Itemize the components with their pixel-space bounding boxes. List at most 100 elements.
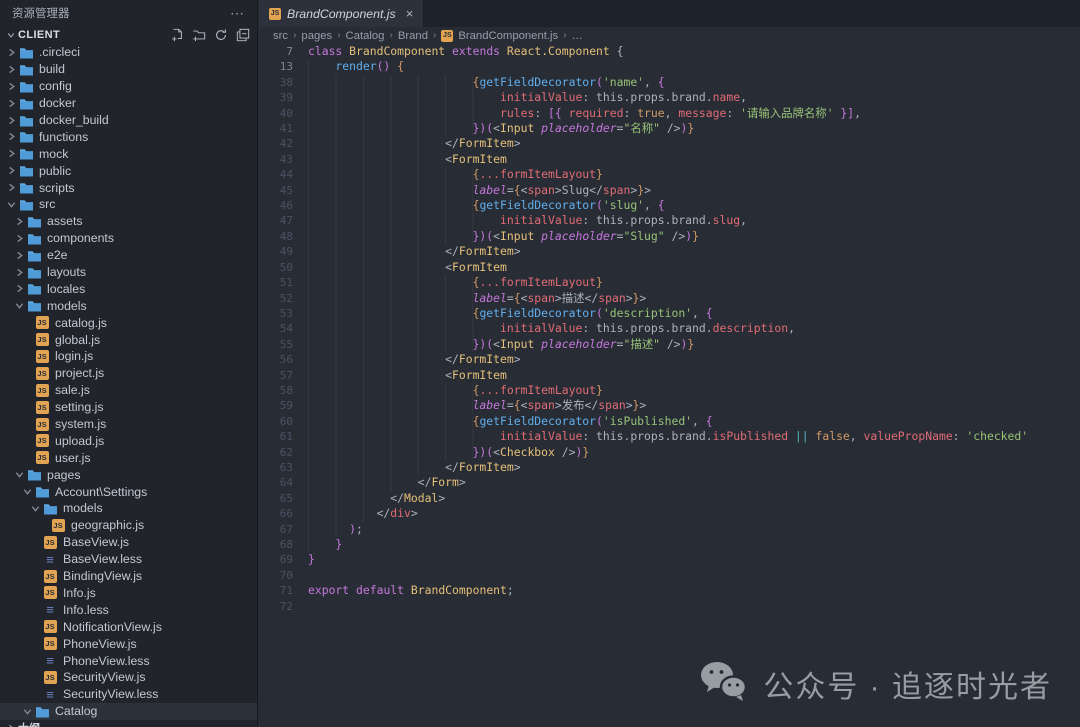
js-file-icon: JS xyxy=(269,8,281,20)
tree-item[interactable]: JSBindingView.js xyxy=(0,568,257,585)
tree-item[interactable]: models xyxy=(0,500,257,517)
tree-item[interactable]: assets xyxy=(0,213,257,230)
code-line[interactable]: 46{getFieldDecorator('slug', { xyxy=(259,198,1080,213)
tree-item[interactable]: ≡SecurityView.less xyxy=(0,686,257,703)
more-actions-icon[interactable]: ⋯ xyxy=(230,5,245,22)
tree-item[interactable]: JSInfo.js xyxy=(0,585,257,602)
breadcrumb-item[interactable]: pages xyxy=(301,30,332,42)
code-line[interactable]: 41})(<Input placeholder="名称" />)} xyxy=(259,121,1080,136)
section-outline[interactable]: 大纲 xyxy=(0,719,258,727)
tree-item[interactable]: pages xyxy=(0,466,257,483)
code-line[interactable]: 60{getFieldDecorator('isPublished', { xyxy=(259,414,1080,429)
tree-item[interactable]: JSsetting.js xyxy=(0,399,257,416)
code-line[interactable]: 49</FormItem> xyxy=(259,244,1080,259)
collapse-folders-icon[interactable] xyxy=(235,27,251,43)
tree-item[interactable]: ≡Info.less xyxy=(0,601,257,618)
code-line[interactable]: 40rules: [{ required: true, message: '请输… xyxy=(259,106,1080,121)
code-line[interactable]: 69} xyxy=(259,552,1080,567)
code-line[interactable]: 45label={<span>Slug</span>}> xyxy=(259,183,1080,198)
tree-item[interactable]: JSupload.js xyxy=(0,432,257,449)
tree-item[interactable]: JSgeographic.js xyxy=(0,517,257,534)
tree-item[interactable]: ≡PhoneView.less xyxy=(0,652,257,669)
tree-item[interactable]: JSSecurityView.js xyxy=(0,669,257,686)
code-line[interactable]: 72 xyxy=(259,599,1080,614)
code-line[interactable]: 47initialValue: this.props.brand.slug, xyxy=(259,213,1080,228)
tree-item[interactable]: config xyxy=(0,78,257,95)
code-line[interactable]: 44{...formItemLayout} xyxy=(259,167,1080,182)
tree-item[interactable]: JScatalog.js xyxy=(0,314,257,331)
code-line[interactable]: 65</Modal> xyxy=(259,491,1080,506)
code-line[interactable]: 42</FormItem> xyxy=(259,136,1080,151)
code-line[interactable]: 68} xyxy=(259,537,1080,552)
code-line[interactable]: 67); xyxy=(259,522,1080,537)
code-line[interactable]: 58{...formItemLayout} xyxy=(259,383,1080,398)
code-line[interactable]: 43<FormItem xyxy=(259,152,1080,167)
code-line[interactable]: 55})(<Input placeholder="描述" />)} xyxy=(259,337,1080,352)
tree-item-label: geographic.js xyxy=(71,518,144,532)
code-line[interactable]: 59label={<span>发布</span>}> xyxy=(259,398,1080,413)
tree-item[interactable]: build xyxy=(0,61,257,78)
tree-item[interactable]: layouts xyxy=(0,264,257,281)
code-line[interactable]: 66</div> xyxy=(259,506,1080,521)
breadcrumb-item[interactable]: BrandComponent.js xyxy=(458,30,558,42)
tree-item[interactable]: models xyxy=(0,297,257,314)
line-number: 40 xyxy=(259,106,293,121)
code-line[interactable]: 63</FormItem> xyxy=(259,460,1080,475)
tree-item[interactable]: JSPhoneView.js xyxy=(0,635,257,652)
code-line[interactable]: 38{getFieldDecorator('name', { xyxy=(259,75,1080,90)
tree-item[interactable]: mock xyxy=(0,145,257,162)
code-line[interactable]: 71export default BrandComponent; xyxy=(259,583,1080,598)
tree-item[interactable]: components xyxy=(0,230,257,247)
tree-item-label: models xyxy=(63,501,103,515)
tree-item[interactable]: JSsystem.js xyxy=(0,416,257,433)
code-line[interactable]: 48})(<Input placeholder="Slug" />)} xyxy=(259,229,1080,244)
code-line[interactable]: 52label={<span>描述</span>}> xyxy=(259,291,1080,306)
folder-icon xyxy=(18,46,34,59)
code-line[interactable]: 13render() { xyxy=(259,59,1080,74)
code-line[interactable]: 57<FormItem xyxy=(259,368,1080,383)
tree-item[interactable]: JSuser.js xyxy=(0,449,257,466)
tree-item[interactable]: Catalog xyxy=(0,703,257,720)
refresh-icon[interactable] xyxy=(213,27,229,43)
tree-item[interactable]: docker xyxy=(0,95,257,112)
code-line[interactable]: 62})(<Checkbox />)} xyxy=(259,445,1080,460)
code-line[interactable]: 64</Form> xyxy=(259,475,1080,490)
section-client[interactable]: CLIENT xyxy=(0,26,257,44)
tree-item[interactable]: JSsale.js xyxy=(0,382,257,399)
breadcrumb-item[interactable]: Brand xyxy=(398,30,428,42)
code-line[interactable]: 54initialValue: this.props.brand.descrip… xyxy=(259,321,1080,336)
code-line[interactable]: 39initialValue: this.props.brand.name, xyxy=(259,90,1080,105)
code-line[interactable]: 53{getFieldDecorator('description', { xyxy=(259,306,1080,321)
tree-item[interactable]: JSproject.js xyxy=(0,365,257,382)
tree-item[interactable]: scripts xyxy=(0,179,257,196)
code-line[interactable]: 50<FormItem xyxy=(259,260,1080,275)
code-line[interactable]: 56</FormItem> xyxy=(259,352,1080,367)
tree-item[interactable]: JSglobal.js xyxy=(0,331,257,348)
tree-item[interactable]: .circleci xyxy=(0,44,257,61)
code-editor[interactable]: 7class BrandComponent extends React.Comp… xyxy=(259,44,1080,727)
code-line[interactable]: 61initialValue: this.props.brand.isPubli… xyxy=(259,429,1080,444)
tree-item[interactable]: Account\Settings xyxy=(0,483,257,500)
tree-item[interactable]: JSlogin.js xyxy=(0,348,257,365)
tree-item[interactable]: functions xyxy=(0,128,257,145)
tree-item[interactable]: public xyxy=(0,162,257,179)
tab-brandcomponent[interactable]: JS BrandComponent.js × xyxy=(259,0,424,27)
tree-item[interactable]: ≡BaseView.less xyxy=(0,551,257,568)
breadcrumb-item[interactable]: Catalog xyxy=(346,30,385,42)
breadcrumb-item[interactable]: … xyxy=(572,30,583,42)
tree-item[interactable]: src xyxy=(0,196,257,213)
new-folder-icon[interactable] xyxy=(191,27,207,43)
close-icon[interactable]: × xyxy=(406,7,414,20)
tree-item[interactable]: docker_build xyxy=(0,112,257,129)
new-file-icon[interactable] xyxy=(169,27,185,43)
tree-item[interactable]: e2e xyxy=(0,247,257,264)
tree-item[interactable]: JSBaseView.js xyxy=(0,534,257,551)
tree-item[interactable]: JSNotificationView.js xyxy=(0,618,257,635)
chevron-right-icon xyxy=(4,116,18,125)
code-line[interactable]: 7class BrandComponent extends React.Comp… xyxy=(259,44,1080,59)
code-line[interactable]: 51{...formItemLayout} xyxy=(259,275,1080,290)
tree-item[interactable]: locales xyxy=(0,280,257,297)
breadcrumb-item[interactable]: src xyxy=(273,30,288,42)
folder-icon xyxy=(26,282,42,295)
code-line[interactable]: 70 xyxy=(259,568,1080,583)
